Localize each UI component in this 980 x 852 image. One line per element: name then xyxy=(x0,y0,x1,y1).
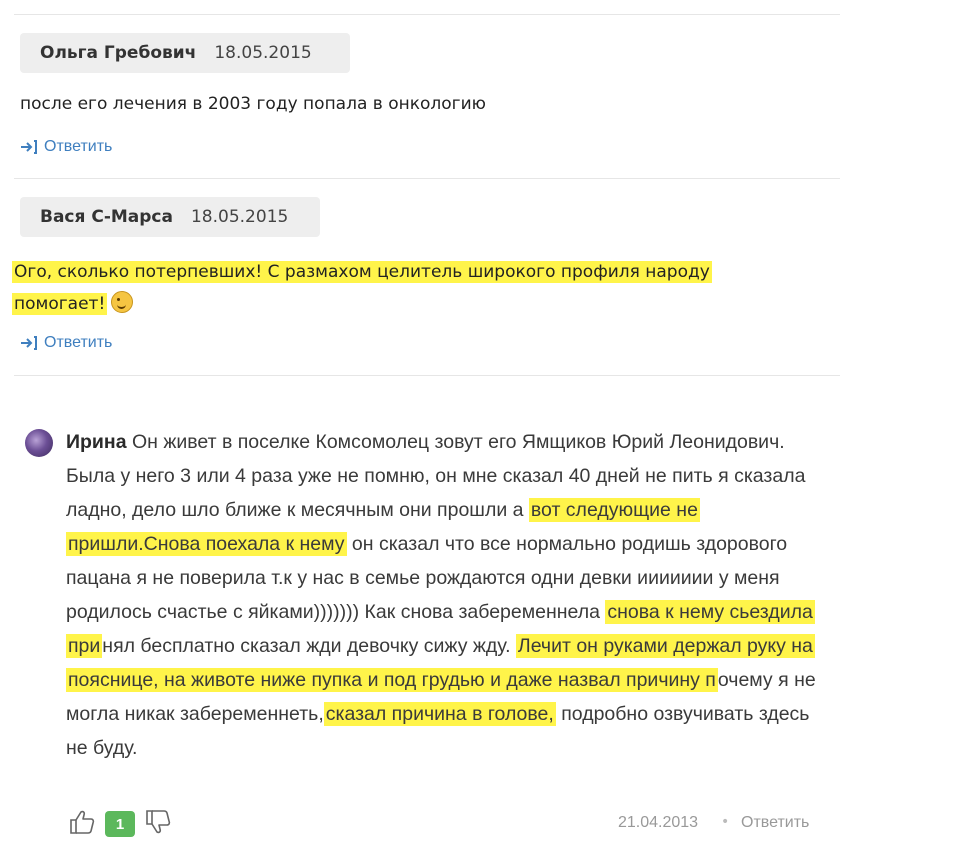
thumbs-up-icon[interactable] xyxy=(68,808,96,836)
reply-button[interactable]: Ответить xyxy=(20,334,112,352)
reply-button[interactable]: Ответить xyxy=(741,814,809,832)
highlighted-text: Ого, сколько потерпевших! С размахом цел… xyxy=(12,261,712,283)
like-count-badge: 1 xyxy=(105,811,135,837)
comment-date: 18.05.2015 xyxy=(214,43,312,63)
review-text-segment: нял бесплатно сказал жди девочку сижу жд… xyxy=(102,635,516,657)
comment-author[interactable]: Вася С-Марса xyxy=(40,207,173,227)
comment-text: после его лечения в 2003 году попала в о… xyxy=(20,94,486,114)
thumbs-down-icon[interactable] xyxy=(144,808,172,836)
reply-label: Ответить xyxy=(44,334,113,351)
review-footer: 1 21.04.2013 • Ответить xyxy=(0,808,980,840)
separator xyxy=(14,14,840,15)
comment-date: 18.05.2015 xyxy=(190,207,289,227)
review-author[interactable]: Ирина xyxy=(66,431,127,453)
comment-text: Ого, сколько потерпевших! С размахом цел… xyxy=(12,256,832,320)
comment-author[interactable]: Ольга Гребович xyxy=(40,43,196,63)
reply-arrow-icon xyxy=(21,336,37,350)
separator-dot: • xyxy=(721,814,730,830)
separator xyxy=(14,375,840,376)
comment-header: Вася С-Марса 18.05.2015 xyxy=(20,197,320,237)
highlighted-text: помогает! xyxy=(12,293,108,315)
avatar[interactable] xyxy=(25,429,53,457)
review-date: 21.04.2013 xyxy=(618,814,699,831)
reply-label: Ответить xyxy=(44,138,113,155)
reply-button[interactable]: Ответить xyxy=(20,138,112,156)
highlighted-text: сказал причина в голове, xyxy=(323,702,556,726)
winking-smiley-icon xyxy=(111,291,134,313)
review-text: Ирина Он живет в поселке Комсомолец зову… xyxy=(66,425,826,765)
separator xyxy=(14,178,840,179)
comment-header: Ольга Гребович 18.05.2015 xyxy=(20,33,350,73)
reply-arrow-icon xyxy=(21,140,37,154)
